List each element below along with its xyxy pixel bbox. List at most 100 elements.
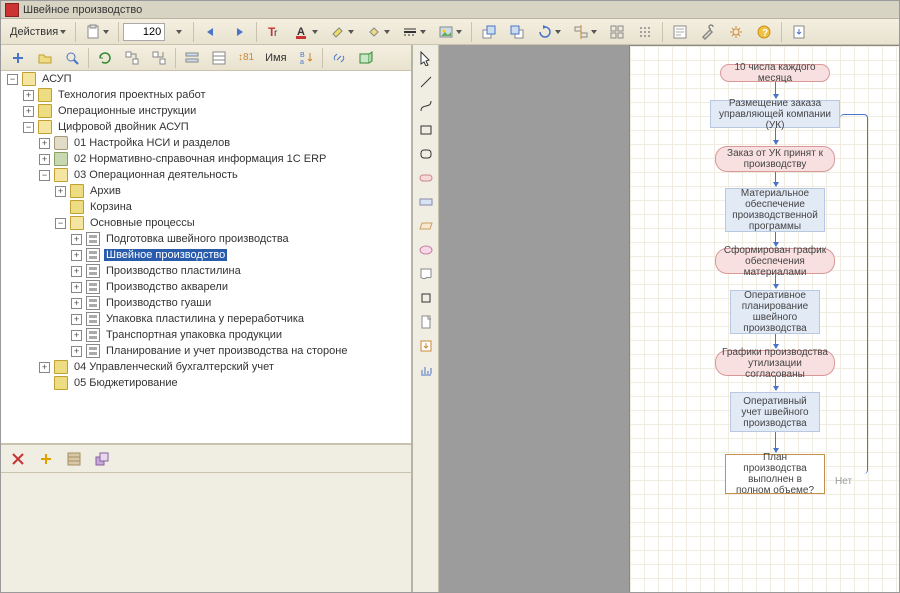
undo-button[interactable] — [198, 21, 224, 43]
expand-icon[interactable]: + — [39, 154, 50, 165]
rectangle-tool[interactable] — [415, 119, 437, 141]
tree-node[interactable]: 05 Бюджетирование — [37, 375, 411, 391]
image-button[interactable] — [433, 21, 467, 43]
tree-node[interactable]: − Основные процессы — [53, 215, 411, 231]
expand-icon[interactable]: + — [71, 330, 82, 341]
connector-tool[interactable] — [415, 95, 437, 117]
document-tool[interactable] — [415, 263, 437, 285]
tree-node[interactable]: + 04 Управленческий бухгалтерский учет — [37, 359, 411, 375]
preview-button[interactable] — [667, 21, 693, 43]
tree-node[interactable]: − 03 Операционная деятельность — [37, 167, 411, 183]
help-button[interactable]: ? — [751, 21, 777, 43]
canvas-viewport[interactable]: 10 числа каждого месяца Размещение заказ… — [439, 45, 899, 592]
terminator-tool[interactable] — [415, 167, 437, 189]
tree-node[interactable]: Корзина — [53, 199, 411, 215]
tree-container[interactable]: − АСУП + Технология проектных работ — [1, 71, 411, 444]
tree-id-button[interactable]: ↕81 — [233, 47, 259, 69]
tree-node[interactable]: + Упаковка пластилина у переработчика — [69, 311, 411, 327]
tree-node[interactable]: + Архив — [53, 183, 411, 199]
flow-terminator[interactable]: Графики производства утилизации согласов… — [715, 350, 835, 376]
clipboard-button[interactable] — [80, 21, 114, 43]
collapse-icon[interactable]: − — [7, 74, 18, 85]
expand-icon[interactable]: + — [71, 346, 82, 357]
line-style-button[interactable] — [397, 21, 431, 43]
expand-icon[interactable]: + — [71, 282, 82, 293]
line-tool[interactable] — [415, 71, 437, 93]
tree-node[interactable]: + Производство акварели — [69, 279, 411, 295]
export-tool[interactable] — [415, 335, 437, 357]
highlight-button[interactable] — [325, 21, 359, 43]
tree-add-button[interactable] — [5, 47, 31, 69]
tree-node-root[interactable]: − АСУП — [5, 71, 411, 87]
bottom-delete-button[interactable] — [5, 448, 31, 470]
expand-icon[interactable]: + — [71, 314, 82, 325]
text-format-button[interactable]: Tr — [261, 21, 287, 43]
flow-decision[interactable]: План производства выполнен в полном объе… — [725, 454, 825, 494]
tree-node[interactable]: + Операционные инструкции — [21, 103, 411, 119]
tree-node[interactable]: + Технология проектных работ — [21, 87, 411, 103]
bottom-layers-button[interactable] — [89, 448, 115, 470]
actions-menu[interactable]: Действия — [5, 21, 71, 43]
diagram-canvas[interactable]: 10 числа каждого месяца Размещение заказ… — [629, 45, 899, 592]
pointer-tool[interactable] — [415, 47, 437, 69]
expand-icon[interactable]: + — [39, 138, 50, 149]
tree-node[interactable]: + Производство гуаши — [69, 295, 411, 311]
expand-icon[interactable]: + — [23, 106, 34, 117]
flow-terminator-start[interactable]: 10 числа каждого месяца — [720, 64, 830, 82]
tree-expand-button[interactable] — [119, 47, 145, 69]
tree-node-selected[interactable]: + Швейное производство — [69, 247, 411, 263]
bottom-add-button[interactable] — [33, 448, 59, 470]
tree-node[interactable]: + 01 Настройка НСИ и разделов — [37, 135, 411, 151]
flow-terminator[interactable]: Сформирован график обеспечения материала… — [715, 248, 835, 274]
snap-button[interactable] — [632, 21, 658, 43]
tree-view1-button[interactable] — [179, 47, 205, 69]
tree-sort-button[interactable]: Ва — [293, 47, 319, 69]
flow-process[interactable]: Размещение заказа управляющей компании (… — [710, 100, 840, 128]
expand-icon[interactable]: + — [71, 234, 82, 245]
tree-search-button[interactable] — [59, 47, 85, 69]
rounded-rect-tool[interactable] — [415, 143, 437, 165]
zoom-input[interactable] — [123, 23, 165, 41]
tree-node[interactable]: − Цифровой двойник АСУП — [21, 119, 411, 135]
expand-icon[interactable]: + — [71, 298, 82, 309]
export-button[interactable] — [786, 21, 812, 43]
page-tool[interactable] — [415, 311, 437, 333]
collapse-icon[interactable]: − — [55, 218, 66, 229]
font-color-button[interactable]: A — [289, 21, 323, 43]
square-tool[interactable] — [415, 287, 437, 309]
tree-collapse-button[interactable] — [146, 47, 172, 69]
bring-front-button[interactable] — [504, 21, 530, 43]
collapse-icon[interactable]: − — [39, 170, 50, 181]
tree-node[interactable]: + Производство пластилина — [69, 263, 411, 279]
expand-icon[interactable]: + — [55, 186, 66, 197]
collapse-icon[interactable]: − — [23, 122, 34, 133]
tree-node[interactable]: + 02 Нормативно-справочная информация 1С… — [37, 151, 411, 167]
settings-button[interactable] — [723, 21, 749, 43]
tree-view2-button[interactable] — [206, 47, 232, 69]
tree-link-button[interactable] — [326, 47, 352, 69]
expand-icon[interactable]: + — [39, 362, 50, 373]
flow-process[interactable]: Оперативное планирование швейного произв… — [730, 290, 820, 334]
data-tool[interactable] — [415, 215, 437, 237]
tree-folder-button[interactable] — [32, 47, 58, 69]
flow-terminator[interactable]: Заказ от УК принят к производству — [715, 146, 835, 172]
tree-name-button[interactable]: Имя — [260, 47, 291, 69]
expand-icon[interactable]: + — [23, 90, 34, 101]
tree-node[interactable]: + Планирование и учет производства на ст… — [69, 343, 411, 359]
tree-node[interactable]: + Подготовка швейного производства — [69, 231, 411, 247]
expand-icon[interactable]: + — [71, 250, 82, 261]
ellipse-tool[interactable] — [415, 239, 437, 261]
tree-export-button[interactable] — [353, 47, 379, 69]
fill-color-button[interactable] — [361, 21, 395, 43]
process-tool[interactable] — [415, 191, 437, 213]
tools-button[interactable] — [695, 21, 721, 43]
redo-button[interactable] — [226, 21, 252, 43]
tree-node[interactable]: + Транспортная упаковка продукции — [69, 327, 411, 343]
align-button[interactable] — [568, 21, 602, 43]
flow-process[interactable]: Оперативный учет швейного производства — [730, 392, 820, 432]
send-back-button[interactable] — [476, 21, 502, 43]
grid-button[interactable] — [604, 21, 630, 43]
tree-refresh-button[interactable] — [92, 47, 118, 69]
chart-tool[interactable] — [415, 359, 437, 381]
flow-process[interactable]: Материальное обеспечение производственно… — [725, 188, 825, 232]
